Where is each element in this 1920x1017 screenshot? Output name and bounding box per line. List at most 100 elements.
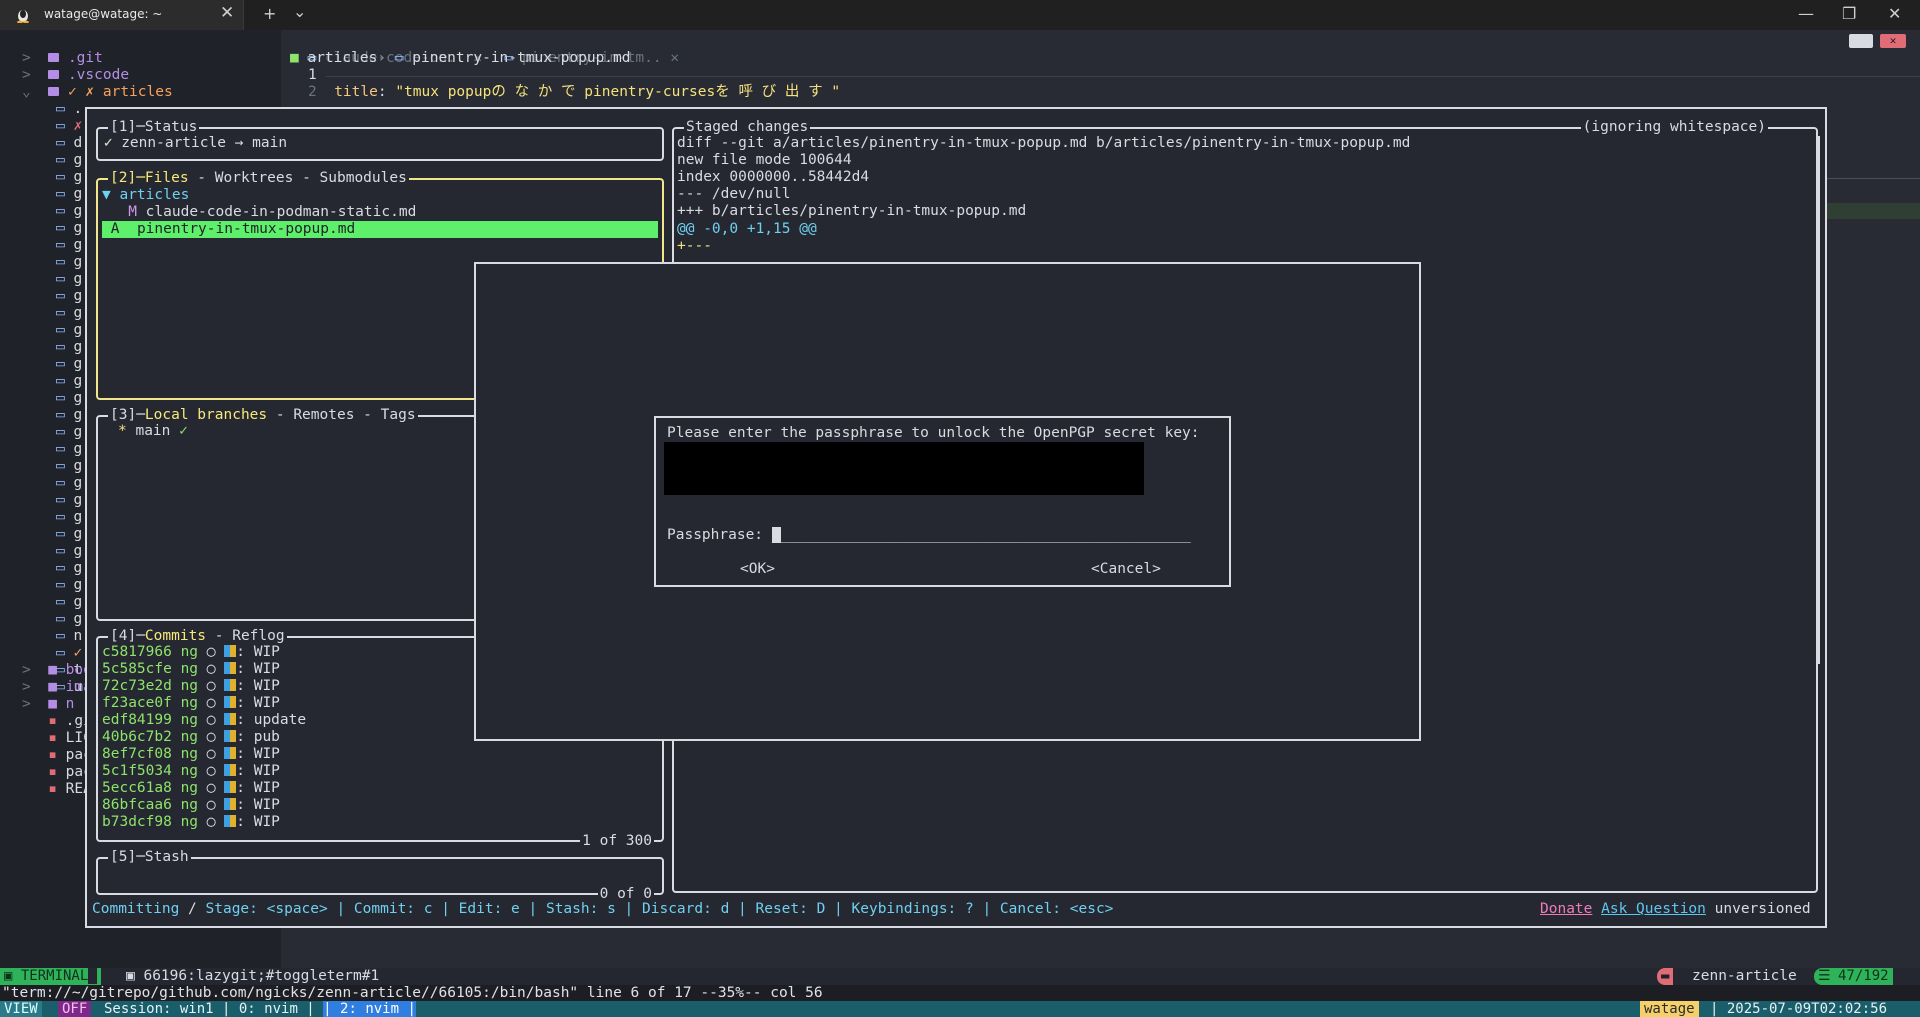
commit-row[interactable]: 72c73e2d ng ◯ : WIP [102,678,280,695]
file-icon: ▭ [56,509,74,525]
commit-row[interactable]: edf84199 ng ◯ : update [102,712,306,729]
tree-child-item[interactable]: ▭ g [56,322,82,339]
tab-close-icon[interactable]: ✕ [670,50,679,66]
tree-child-item[interactable]: ▭ ✗ [56,118,82,135]
tree-child-item[interactable]: ▭ g [56,169,82,186]
commit-graph-node-icon: ◯ [198,814,225,830]
tree-child-item[interactable]: ▭ g [56,407,82,424]
tree-child-item[interactable]: ▭ g [56,203,82,220]
tree-child-item[interactable]: ▭ g [56,373,82,390]
status-panel[interactable]: [1]─Status ✓✓ zenn-article → main [96,119,664,161]
tree-item-articles[interactable]: ⌄ ✓ ✗ articles [22,84,173,101]
commit-row[interactable]: c5817966 ng ◯ : WIP [102,644,280,661]
tree-child-item[interactable]: ▭ g [56,220,82,237]
tree-child-item[interactable]: ▭ g [56,458,82,475]
tab-dropdown-button[interactable]: ⌄ [293,2,306,21]
tree-item-vscode[interactable]: > .vscode [22,67,129,84]
file-item[interactable]: M claude-code-in-podman-static.md [102,204,416,221]
commit-row[interactable]: f23ace0f ng ◯ : WIP [102,695,280,712]
file-icon: ▭ [56,322,74,338]
terminal-tab[interactable]: watage@watage: ~ ✕ [0,0,244,30]
tmux-prefix-state: OFF [58,1001,92,1017]
commit-row[interactable]: 5ecc61a8 ng ◯ : WIP [102,780,280,797]
file-icon: ▪ [48,713,66,729]
commits-counter: 1 of 300 [580,833,654,850]
window-titlebar [0,0,1920,30]
tree-child-item[interactable]: ▭ g [56,186,82,203]
commit-row[interactable]: 5c585cfe ng ◯ : WIP [102,661,280,678]
tree-child-item[interactable]: ▭ g [56,390,82,407]
tree-child-item[interactable]: ▭ . [56,101,82,118]
diff-scrollbar[interactable] [1817,136,1820,664]
tree-child-item[interactable]: ▭ ✓ [56,645,82,662]
project-name: zenn-article [1692,968,1797,984]
tree-child-item[interactable]: ▭ g [56,271,82,288]
tree-bottom-item[interactable]: > ■ n [22,696,74,713]
tree-bottom-item[interactable]: > ■ ima [22,679,92,696]
toggle-icon[interactable] [1849,34,1873,48]
tree-child-item[interactable]: ▭ g [56,594,82,611]
window-close-button[interactable]: ✕ [1888,4,1901,23]
tmux-session: Session: win1 | 0: nvim | | 2: nvim | [104,1001,416,1017]
tree-child-item[interactable]: ▭ g [56,526,82,543]
ask-question-link[interactable]: Ask Question [1601,901,1706,917]
tree-child-item[interactable]: ▭ g [56,237,82,254]
tree-child-item[interactable]: ▭ g [56,339,82,356]
tree-child-item[interactable]: ▭ g [56,492,82,509]
tmux-window-0[interactable]: | 0: nvim | [222,1001,315,1017]
ok-button[interactable]: <OK> [740,561,775,578]
donate-link[interactable]: Donate [1540,901,1592,917]
nvim-tab-2[interactable]: ▭ pinentry-in-tm.. ✕ [487,33,679,66]
terminal-icon: ▣ [4,968,21,984]
tree-child-item[interactable]: ▭ g [56,441,82,458]
files-folder-articles[interactable]: ▼ articles [102,187,189,204]
tree-child-item[interactable]: ▭ g [56,577,82,594]
tree-child-item[interactable]: ▭ g [56,560,82,577]
tree-child-item[interactable]: ▭ g [56,305,82,322]
tree-child-item[interactable]: ▭ g [56,611,82,628]
commit-row[interactable]: 86bfcaa6 ng ◯ : WIP [102,797,280,814]
minimize-button[interactable]: — [1798,4,1814,23]
tree-child-item[interactable]: ▭ g [56,543,82,560]
stash-panel-title: [5]─Stash [108,849,191,866]
tree-bottom-item[interactable]: ▪ pac [22,747,92,764]
commit-row[interactable]: b73dcf98 ng ◯ : WIP [102,814,280,831]
cancel-button[interactable]: <Cancel> [1091,561,1161,578]
tree-bottom-item[interactable]: ▪ LIC [22,730,92,747]
tab-close-icon[interactable]: ✕ [220,3,234,23]
tree-child-item[interactable]: ▭ d [56,135,82,152]
passphrase-input[interactable]: ________________________________________… [771,527,1191,543]
tree-child-item[interactable]: ▭ g [56,152,82,169]
commit-row[interactable]: 8ef7cf08 ng ◯ : WIP [102,746,280,763]
maximize-button[interactable]: ❐ [1842,4,1856,23]
file-icon: ▭ [56,475,74,491]
commit-row[interactable]: 40b6c7b2 ng ◯ : pub [102,729,280,746]
tree-child-item[interactable]: ▭ g [56,288,82,305]
stash-panel[interactable]: [5]─Stash 0 of 0 [96,849,664,903]
tree-child-item[interactable]: ▭ g [56,254,82,271]
commit-graph-node-icon: ◯ [198,797,225,813]
nvim-close-icon[interactable]: ✕ [1880,34,1906,48]
file-icon: ▭ [56,169,74,185]
tree-child-item[interactable]: ▭ g [56,356,82,373]
tree-bottom-item[interactable]: ▪ pac [22,764,92,781]
tree-child-item[interactable]: ▭ g [56,424,82,441]
tree-bottom-item[interactable]: > ■ boo [22,662,92,679]
commit-emoji-icon [224,781,237,793]
tree-bottom-item[interactable]: ▪ .gi [22,713,92,730]
nvim-tab-1[interactable]: ▭ claude-code-on.. ✕ [290,33,482,66]
tree-child-item[interactable]: ▭ n [56,628,82,645]
commit-emoji-icon [224,713,237,725]
file-item-selected[interactable]: A pinentry-in-tmux-popup.md [102,221,658,238]
commit-emoji-icon [224,815,237,827]
new-tab-button[interactable]: + [263,4,276,23]
tmux-window-active[interactable]: | 2: nvim | [323,1001,416,1017]
branches-panel-title: [3]─Local branches - Remotes - Tags [108,407,418,424]
tree-bottom-item[interactable]: ▪ REA [22,781,92,798]
tree-child-item[interactable]: ▭ g [56,475,82,492]
tree-item-git[interactable]: > .git [22,50,103,67]
tree-child-item[interactable]: ▭ g [56,509,82,526]
file-icon: ▭ [56,577,74,593]
branch-item-main[interactable]: * main ✓ [118,423,188,440]
commit-row[interactable]: 5c1f5034 ng ◯ : WIP [102,763,280,780]
